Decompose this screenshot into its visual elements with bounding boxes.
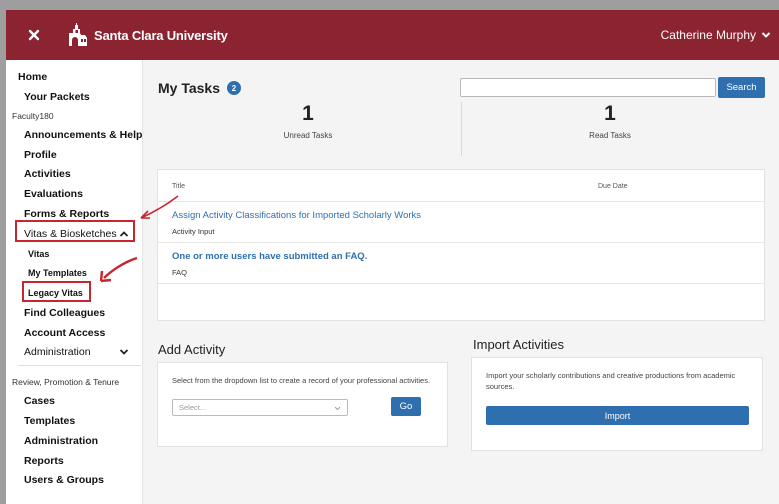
annotation-arrows [99, 195, 179, 283]
